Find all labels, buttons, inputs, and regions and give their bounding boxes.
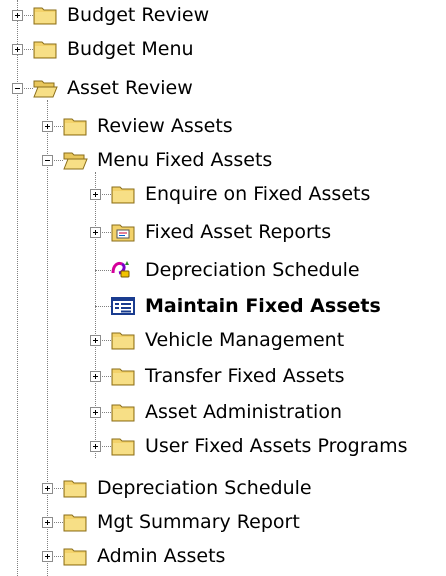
tree-item-label[interactable]: Admin Assets <box>97 544 225 568</box>
folder-closed-icon <box>62 511 88 533</box>
form-program-icon <box>110 295 136 317</box>
expand-icon[interactable] <box>90 371 101 382</box>
tree-item-label[interactable]: Transfer Fixed Assets <box>145 364 345 388</box>
expand-icon[interactable] <box>90 227 101 238</box>
tree-item-label[interactable]: Fixed Asset Reports <box>145 220 331 244</box>
tree-item-label[interactable]: Depreciation Schedule <box>97 476 312 500</box>
expand-icon[interactable] <box>12 44 23 55</box>
folder-closed-icon <box>110 329 136 351</box>
expand-icon[interactable] <box>42 121 53 132</box>
expand-icon[interactable] <box>90 407 101 418</box>
tree-item-label[interactable]: Menu Fixed Assets <box>97 148 272 172</box>
tree-connector <box>95 306 111 307</box>
expand-icon[interactable] <box>90 189 101 200</box>
tree-item-label[interactable]: User Fixed Assets Programs <box>145 434 408 458</box>
tree-item-label[interactable]: Depreciation Schedule <box>145 258 360 282</box>
report-folder-icon <box>110 221 136 243</box>
expand-icon[interactable] <box>42 551 53 562</box>
folder-closed-icon <box>110 401 136 423</box>
folder-closed-icon <box>110 435 136 457</box>
expand-icon[interactable] <box>42 517 53 528</box>
tree-item-label[interactable]: Asset Review <box>67 76 193 100</box>
expand-icon[interactable] <box>90 441 101 452</box>
folder-closed-icon <box>110 365 136 387</box>
folder-closed-icon <box>32 38 58 60</box>
tree-item-label[interactable]: Vehicle Management <box>145 328 344 352</box>
tree-item-label[interactable]: Mgt Summary Report <box>97 510 300 534</box>
tree-item-label[interactable]: Maintain Fixed Assets <box>145 294 381 318</box>
folder-open-icon <box>32 77 58 99</box>
tree-item-label[interactable]: Budget Menu <box>67 37 194 61</box>
tree-item-label[interactable]: Enquire on Fixed Assets <box>145 182 370 206</box>
folder-closed-icon <box>62 115 88 137</box>
folder-open-icon <box>62 149 88 171</box>
folder-closed-icon <box>110 183 136 205</box>
tree-item-label[interactable]: Budget Review <box>67 3 209 27</box>
tree-item-label[interactable]: Review Assets <box>97 114 233 138</box>
tree-item-label[interactable]: Asset Administration <box>145 400 342 424</box>
folder-closed-icon <box>62 477 88 499</box>
expand-icon[interactable] <box>12 10 23 21</box>
tree-connector <box>95 270 111 271</box>
collapse-icon[interactable] <box>42 155 53 166</box>
folder-closed-icon <box>32 4 58 26</box>
expand-icon[interactable] <box>90 335 101 346</box>
report-program-icon <box>110 259 136 281</box>
collapse-icon[interactable] <box>12 83 23 94</box>
folder-closed-icon <box>62 545 88 567</box>
expand-icon[interactable] <box>42 483 53 494</box>
